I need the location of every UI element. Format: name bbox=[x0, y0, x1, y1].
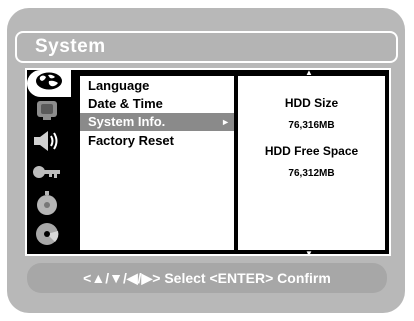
speaker-icon bbox=[32, 129, 62, 158]
tab-lock[interactable] bbox=[27, 161, 67, 188]
globe-icon bbox=[34, 71, 64, 96]
menu-item-language[interactable]: Language bbox=[88, 77, 149, 95]
category-tabs bbox=[25, 68, 71, 256]
tab-audio[interactable] bbox=[27, 130, 67, 157]
title-bar: System bbox=[15, 31, 398, 63]
tab-system[interactable] bbox=[27, 70, 71, 97]
key-icon bbox=[32, 162, 62, 187]
menu-item-label: System Info. bbox=[88, 114, 166, 129]
tv-icon bbox=[34, 99, 60, 126]
chevron-right-icon: ► bbox=[221, 117, 230, 127]
hdd-size-value: 76,316MB bbox=[288, 120, 335, 131]
menu-item-factory-reset[interactable]: Factory Reset bbox=[88, 132, 174, 150]
hdd-size-label: HDD Size bbox=[284, 96, 339, 110]
menu-item-system-info[interactable]: System Info. ► bbox=[80, 113, 234, 131]
menu-item-label: Language bbox=[88, 78, 150, 93]
settings-menu: Language Date & Time System Info. ► Fact… bbox=[80, 76, 234, 250]
scroll-up-icon[interactable]: ▲ bbox=[305, 68, 313, 77]
disc-icon bbox=[33, 221, 61, 252]
hdd-free-value: 76,312MB bbox=[288, 168, 335, 179]
tab-picture[interactable] bbox=[27, 99, 67, 126]
scroll-down-icon[interactable]: ▼ bbox=[305, 249, 313, 258]
hdd-free-label: HDD Free Space bbox=[264, 144, 359, 158]
page-title: System bbox=[35, 36, 106, 57]
menu-item-label: Factory Reset bbox=[88, 133, 174, 148]
menu-item-label: Date & Time bbox=[88, 96, 163, 111]
menu-item-date-time[interactable]: Date & Time bbox=[88, 95, 163, 113]
tab-timer[interactable] bbox=[27, 190, 67, 221]
system-info-panel: HDD Size 76,316MB HDD Free Space 76,312M… bbox=[238, 76, 385, 250]
timer-icon bbox=[33, 190, 61, 221]
control-hint: <▲/▼/◀/▶> Select <ENTER> Confirm bbox=[27, 263, 387, 293]
tab-disc[interactable] bbox=[27, 223, 67, 250]
